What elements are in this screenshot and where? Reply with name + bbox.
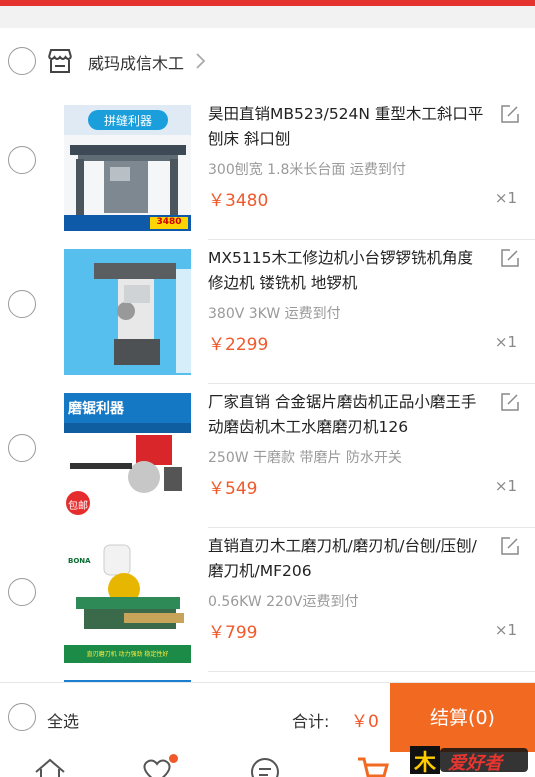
edit-icon[interactable]: [500, 104, 520, 124]
cart-item: MX5115木工修边机小台锣锣铣机角度修边机 镂铣机 地锣机 380V 3KW …: [0, 240, 535, 384]
product-spec: 300刨宽 1.8米长台面 运费到付: [208, 162, 406, 178]
product-quantity: ×1: [494, 621, 517, 639]
product-quantity: ×1: [494, 477, 517, 495]
product-thumbnail[interactable]: [64, 249, 191, 375]
shop-header[interactable]: 威玛成信木工: [0, 28, 535, 96]
product-thumbnail[interactable]: 磨锯利器 包邮: [64, 393, 191, 519]
product-thumbnail[interactable]: BONA 直刃磨刀机 动力强劲 稳定性好: [64, 537, 191, 663]
thumb-banner-text: 磨锯利器: [68, 401, 124, 417]
edit-icon[interactable]: [500, 536, 520, 556]
item-select-radio[interactable]: [8, 146, 36, 174]
total-label: 合计:: [292, 712, 330, 731]
total-value: ￥0: [351, 712, 379, 732]
cart-item: 拼缝利器 3480 昊田直销MB523/524N 重型木工斜口平刨床 斜口刨 3…: [0, 96, 535, 240]
product-title[interactable]: MX5115木工修边机小台锣锣铣机角度修边机 镂铣机 地锣机: [208, 246, 484, 296]
shop-name[interactable]: 威玛成信木工: [88, 50, 184, 74]
cart-icon[interactable]: [356, 756, 390, 777]
divider: [208, 671, 535, 672]
product-thumbnail[interactable]: 拼缝利器 3480: [64, 105, 191, 231]
product-title[interactable]: 昊田直销MB523/524N 重型木工斜口平刨床 斜口刨: [208, 102, 484, 152]
product-price: ￥549: [208, 479, 258, 499]
cart-item: 磨锯利器 包邮 厂家直销 合金锯片磨齿机正品小磨王手动磨齿机木工水磨磨刃机126…: [0, 384, 535, 528]
edit-icon[interactable]: [500, 248, 520, 268]
item-select-radio[interactable]: [8, 578, 36, 606]
product-title[interactable]: 直销直刃木工磨刀机/磨刃机/台刨/压刨/磨刀机/MF206: [208, 534, 484, 584]
item-select-radio[interactable]: [8, 290, 36, 318]
cart-item: BONA 直刃磨刀机 动力强劲 稳定性好 直销直刃木工磨刀机/磨刃机/台刨/压刨…: [0, 528, 535, 672]
product-quantity: ×1: [494, 333, 517, 351]
watermark-logo: 木 爱好者: [408, 738, 530, 777]
chat-icon[interactable]: [248, 756, 282, 777]
edit-icon[interactable]: [500, 392, 520, 412]
item-select-radio[interactable]: [8, 434, 36, 462]
chevron-right-icon[interactable]: [194, 51, 208, 71]
thumb-badge: 包邮: [68, 501, 88, 512]
product-quantity: ×1: [494, 189, 517, 207]
product-price: ￥2299: [208, 335, 269, 355]
thumb-brand: BONA: [68, 557, 91, 565]
thumb-banner-text: 直刃磨刀机 动力强劲 稳定性好: [86, 651, 169, 658]
thumb-price-badge: 3480: [156, 217, 182, 227]
product-spec: 250W 干磨款 带磨片 防水开关: [208, 450, 402, 466]
select-all-label[interactable]: 全选: [47, 708, 79, 732]
product-title[interactable]: 厂家直销 合金锯片磨齿机正品小磨王手动磨齿机木工水磨磨刃机126: [208, 390, 484, 440]
select-all-radio[interactable]: [8, 703, 36, 731]
product-price: ￥799: [208, 623, 258, 643]
watermark-text: 爱好者: [448, 753, 502, 774]
svg-text:木: 木: [413, 751, 437, 776]
top-spacer: [0, 6, 535, 28]
shop-select-radio[interactable]: [8, 47, 36, 75]
notification-dot: [169, 754, 178, 763]
product-spec: 380V 3KW 运费到付: [208, 306, 341, 322]
shop-cart-group: 威玛成信木工 拼缝利器 3480 昊田直销MB523/524N 重型木工斜口平刨…: [0, 28, 535, 688]
product-spec: 0.56KW 220V运费到付: [208, 594, 359, 610]
product-price: ￥3480: [208, 191, 269, 211]
thumb-banner-text: 拼缝利器: [103, 114, 152, 128]
home-icon[interactable]: [33, 756, 67, 777]
store-icon: [48, 49, 72, 73]
